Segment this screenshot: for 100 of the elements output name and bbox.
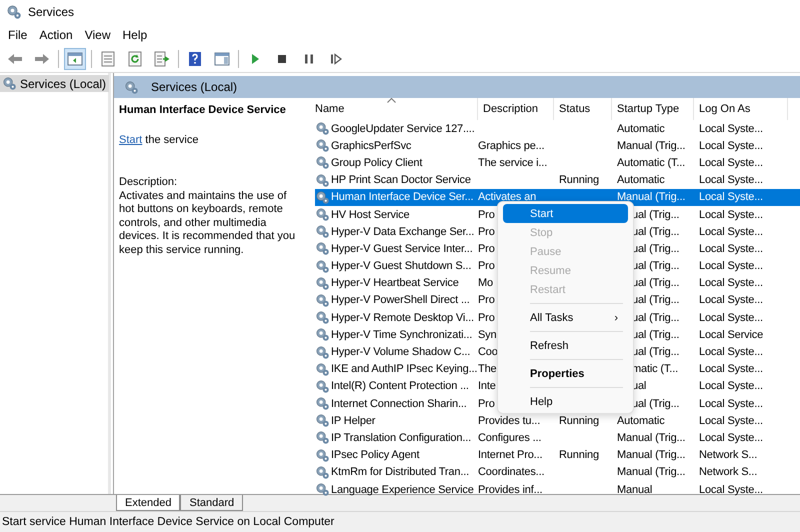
service-gear-icon <box>315 396 330 412</box>
table-cell: Manual (Trig... <box>617 140 686 152</box>
gear-icon <box>124 80 139 94</box>
service-gear-icon <box>315 464 330 480</box>
menu-option[interactable]: Refresh <box>503 336 628 355</box>
table-cell: Local Service <box>699 328 764 341</box>
table-cell: Local Syste... <box>699 312 763 324</box>
selected-row[interactable]: Human Interface Device Ser... Activates an Manual (Trig... Local Syste... <box>315 188 800 206</box>
menu-option[interactable]: Start <box>503 204 628 223</box>
table-cell[interactable]: Hyper-V PowerShell Direct ... <box>331 293 470 308</box>
submenu-arrow: › <box>614 312 618 324</box>
table-cell: The <box>478 363 497 376</box>
table-cell: Automatic <box>617 122 665 135</box>
table-cell[interactable]: Hyper-V Data Exchange Ser... <box>331 224 474 239</box>
table-cell[interactable]: Intel(R) Content Protection ... <box>331 379 469 394</box>
start-link[interactable]: Start <box>119 134 142 146</box>
service-gear-icon <box>315 448 330 463</box>
table-cell: Local Syste... <box>699 380 763 392</box>
gear-icon <box>2 76 17 91</box>
table-cell[interactable]: Hyper-V Time Synchronizati... <box>331 328 472 342</box>
column-header[interactable]: Description <box>478 98 554 120</box>
view-tab[interactable]: Standard <box>180 495 244 511</box>
column-header[interactable]: Log On As <box>694 98 788 120</box>
service-gear-icon <box>315 310 330 326</box>
table-cell: Automatic <box>617 414 665 427</box>
table-cell[interactable]: Group Policy Client <box>331 156 422 170</box>
table-cell: Coo <box>478 346 498 358</box>
table-cell[interactable]: Hyper-V Heartbeat Service <box>331 276 459 290</box>
table-cell: Manual (Trig... <box>617 449 686 462</box>
services-gear-icon <box>6 4 22 20</box>
table-cell[interactable]: IKE and AuthIP IPsec Keying... <box>331 362 478 376</box>
table-cell: Activates an <box>478 191 536 204</box>
table-cell: Internet Pro... <box>478 449 542 462</box>
service-gear-icon <box>315 344 330 360</box>
table-cell[interactable]: Hyper-V Guest Shutdown S... <box>331 259 472 274</box>
service-gear-icon <box>315 327 330 342</box>
table-cell[interactable]: Internet Connection Sharin... <box>331 396 467 411</box>
service-gear-icon <box>315 224 330 240</box>
menu-item[interactable]: File <box>2 28 34 42</box>
menu-item[interactable]: Action <box>33 28 79 42</box>
column-header[interactable]: Name <box>315 98 478 120</box>
tree-item-label: Services (Local) <box>20 76 106 90</box>
service-gear-icon <box>315 172 330 188</box>
column-header[interactable]: Startup Type <box>612 98 694 120</box>
table-cell[interactable]: Hyper-V Volume Shadow C... <box>331 345 470 360</box>
menu-option[interactable]: Help <box>503 392 628 411</box>
table-cell: Automatic <box>617 174 665 186</box>
table-cell[interactable]: IP Helper <box>331 414 376 428</box>
table-cell: Local Syste... <box>699 260 763 272</box>
console-tree-icon[interactable] <box>64 48 86 70</box>
service-gear-icon <box>315 276 330 291</box>
table-cell: Pro <box>478 242 495 255</box>
window-title: Services <box>28 5 74 19</box>
table-cell: Local Syste... <box>699 242 763 255</box>
table-cell[interactable]: GraphicsPerfSvc <box>331 138 412 153</box>
tree-item[interactable]: Services (Local) <box>0 75 110 92</box>
table-cell[interactable]: HP Print Scan Doctor Service <box>331 173 471 188</box>
table-cell: Syn <box>478 328 497 341</box>
table-cell: Local Syste... <box>699 140 763 152</box>
service-gear-icon <box>315 258 330 274</box>
action-text: Start the service <box>119 134 200 147</box>
menu-item[interactable]: View <box>78 28 116 42</box>
description-text: Activates and maintains the use of hot buttons on keyboards, remote controls, and other multimedia devices. It is recommended that you keep this service running. <box>119 190 296 257</box>
table-cell[interactable]: HV Host Service <box>331 208 410 222</box>
table-cell[interactable]: Language Experience Service <box>331 482 474 497</box>
table-cell: Local Syste... <box>699 484 763 496</box>
table-cell: Running <box>559 449 599 462</box>
table-cell[interactable]: Hyper-V Guest Service Inter... <box>331 242 473 256</box>
service-gear-icon <box>315 362 330 377</box>
table-cell[interactable]: IP Translation Configuration... <box>331 430 472 445</box>
table-cell: Local Syste... <box>699 156 763 169</box>
description-label: Description: <box>119 176 178 190</box>
service-gear-icon <box>315 207 330 222</box>
menu-option[interactable]: Properties <box>503 364 628 383</box>
table-cell[interactable]: GoogleUpdater Service 127.... <box>331 122 475 136</box>
service-gear-icon <box>315 155 330 170</box>
table-cell: Graphics pe... <box>478 140 544 152</box>
table-cell: The service i... <box>478 156 548 169</box>
table-cell: Local Syste... <box>699 191 763 204</box>
table-cell: Coordinates... <box>478 466 544 478</box>
table-cell: Local Syste... <box>699 363 763 376</box>
table-cell: Local Syste... <box>699 398 763 410</box>
table-cell: Provides tu... <box>478 414 540 427</box>
view-tab[interactable]: Extended <box>116 495 180 511</box>
table-cell[interactable]: KtmRm for Distributed Tran... <box>331 465 470 480</box>
table-cell: Manual (Trig... <box>617 432 686 444</box>
menu-item[interactable]: Help <box>116 28 154 42</box>
sort-caret-icon <box>387 98 396 103</box>
table-cell: Pro <box>478 208 495 221</box>
table-cell[interactable]: Hyper-V Remote Desktop Vi... <box>331 310 474 325</box>
service-gear-icon <box>315 378 330 394</box>
table-cell[interactable]: IPsec Policy Agent <box>331 448 420 462</box>
table-cell: Manual (Trig... <box>617 191 686 204</box>
table-cell: Configures ... <box>478 432 542 444</box>
column-header[interactable]: Status <box>554 98 612 120</box>
table-cell: Local Syste... <box>699 294 763 306</box>
menu-option[interactable]: All Tasks › <box>503 308 628 327</box>
service-gear-icon <box>315 190 330 205</box>
table-cell: Local Syste... <box>699 277 763 290</box>
table-cell: Inte <box>478 380 496 392</box>
